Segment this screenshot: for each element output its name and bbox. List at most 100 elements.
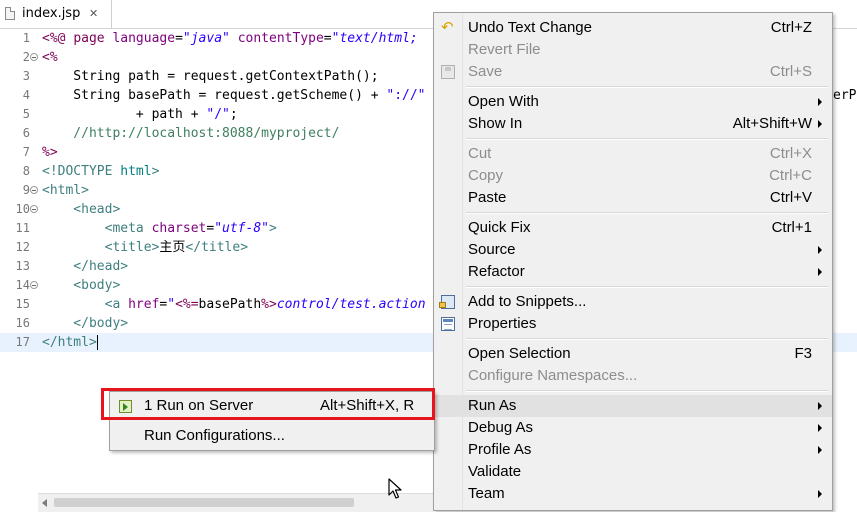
save-icon [441, 65, 455, 79]
menu-separator [466, 338, 828, 340]
menu-item-shortcut: Ctrl+Z [770, 19, 812, 36]
menu-item-open-with[interactable]: Open With [434, 91, 832, 113]
code-token: %> [42, 145, 58, 160]
fold-toggle-icon[interactable] [30, 205, 38, 213]
code-token: > [269, 221, 277, 236]
line-number: 13 [15, 259, 30, 273]
line-number: 14 [15, 278, 30, 292]
submenu-item-run-configurations[interactable]: Run Configurations... [110, 423, 434, 449]
menu-item-add-to-snippets[interactable]: Add to Snippets... [434, 291, 832, 313]
code-token: String basePath = request.getScheme() + [42, 88, 387, 103]
line-number: 3 [22, 69, 30, 83]
line-number: 8 [22, 164, 30, 178]
line-number: 7 [22, 145, 30, 159]
code-token: + path + [42, 107, 207, 122]
code-token: <%= [175, 297, 199, 312]
close-icon[interactable]: ✕ [89, 0, 98, 28]
code-token: "utf-8" [214, 221, 269, 236]
code-text: <% [42, 48, 58, 67]
code-text: <title>主页</title> [42, 238, 248, 257]
menu-item-show-in[interactable]: Show In Alt+Shift+W [434, 113, 832, 135]
submenu-arrow-icon [818, 424, 822, 432]
submenu-arrow-icon [818, 268, 822, 276]
menu-item-label: Properties [468, 315, 537, 332]
menu-item-validate[interactable]: Validate [434, 461, 832, 483]
code-token: = [323, 31, 332, 46]
menu-item-label: Run As [468, 397, 517, 414]
menu-item-label: Paste [468, 189, 507, 206]
menu-item-refactor[interactable]: Refactor [434, 261, 832, 283]
menu-item-source[interactable]: Source [434, 239, 832, 261]
horizontal-scrollbar[interactable] [38, 493, 433, 512]
tab-title: index.jsp [22, 6, 81, 21]
fold-toggle-icon[interactable] [30, 53, 38, 61]
menu-item-label: Configure Namespaces... [468, 367, 638, 384]
menu-separator [466, 286, 828, 288]
menu-item-label: Refactor [468, 263, 525, 280]
menu-item-shortcut: Ctrl+V [769, 189, 812, 206]
menu-item-paste[interactable]: Paste Ctrl+V [434, 187, 832, 209]
properties-icon [441, 317, 455, 331]
menu-item-label: Cut [468, 145, 492, 162]
menu-item-team[interactable]: Team [434, 483, 832, 505]
menu-item-shortcut: F3 [794, 345, 812, 362]
undo-icon: ↶ [441, 19, 454, 36]
line-number: 9 [22, 183, 30, 197]
line-number: 11 [15, 221, 30, 235]
menu-item-label: Open With [468, 93, 539, 110]
code-token: <body> [42, 278, 121, 293]
code-token: "://" [386, 88, 426, 103]
code-token: charset [151, 221, 207, 236]
menu-item-label: Source [468, 241, 516, 258]
code-token: </head> [42, 259, 129, 274]
code-token: String path = request.getContextPath(); [42, 69, 379, 84]
submenu-arrow-icon [818, 446, 822, 454]
menu-item-properties[interactable]: Properties [434, 313, 832, 335]
code-token: "java" [182, 31, 230, 46]
submenu-arrow-icon [818, 490, 822, 498]
menu-item-label: Undo Text Change [468, 19, 592, 36]
menu-item-label: Quick Fix [468, 219, 531, 236]
menu-item-label: Show In [468, 115, 523, 132]
code-token: html [120, 164, 152, 179]
menu-item-run-as[interactable]: Run As [434, 395, 832, 417]
code-token: language [112, 31, 176, 46]
submenu-arrow-icon [818, 246, 822, 254]
line-number: 2 [22, 50, 30, 64]
code-text: <%@ page language="java" contentType="te… [42, 29, 418, 48]
fold-toggle-icon[interactable] [30, 186, 38, 194]
line-number: 5 [22, 107, 30, 121]
menu-separator [466, 390, 828, 392]
menu-item-label: Revert File [468, 41, 541, 58]
snippets-icon [439, 295, 455, 309]
scrollbar-thumb[interactable] [54, 498, 354, 507]
editor-tab-index-jsp[interactable]: index.jsp ✕ [0, 0, 112, 28]
scroll-left-icon[interactable] [42, 499, 47, 507]
menu-item-open-selection[interactable]: Open Selection F3 [434, 343, 832, 365]
code-token: <meta [42, 221, 152, 236]
submenu-arrow-icon [818, 120, 822, 128]
fold-toggle-icon[interactable] [30, 281, 38, 289]
code-text: <a href="<%=basePath%>control/test.actio… [42, 295, 426, 314]
menu-item-undo-text-change[interactable]: ↶ Undo Text Change Ctrl+Z [434, 17, 832, 39]
code-token: <head> [42, 202, 121, 217]
highlight-annotation-box [101, 388, 435, 420]
code-token: %> [261, 297, 277, 312]
code-overflow-text: erP [833, 88, 857, 103]
code-text: String path = request.getContextPath(); [42, 67, 379, 86]
code-token: //http://localhost:8088/myproject/ [42, 126, 340, 141]
menu-item-quick-fix[interactable]: Quick Fix Ctrl+1 [434, 217, 832, 239]
code-text: <head> [42, 200, 120, 219]
menu-item-shortcut: Alt+Shift+W [732, 115, 812, 132]
menu-item-cut: Cut Ctrl+X [434, 143, 832, 165]
line-number: 1 [22, 31, 30, 45]
code-token: basePath [198, 297, 262, 312]
code-text: </head> [42, 257, 128, 276]
submenu-item-label: Run Configurations... [144, 427, 285, 444]
menu-item-debug-as[interactable]: Debug As [434, 417, 832, 439]
menu-item-copy: Copy Ctrl+C [434, 165, 832, 187]
mouse-pointer-icon [388, 478, 402, 499]
menu-item-profile-as[interactable]: Profile As [434, 439, 832, 461]
code-token: href [128, 297, 160, 312]
menu-item-label: Add to Snippets... [468, 293, 587, 310]
